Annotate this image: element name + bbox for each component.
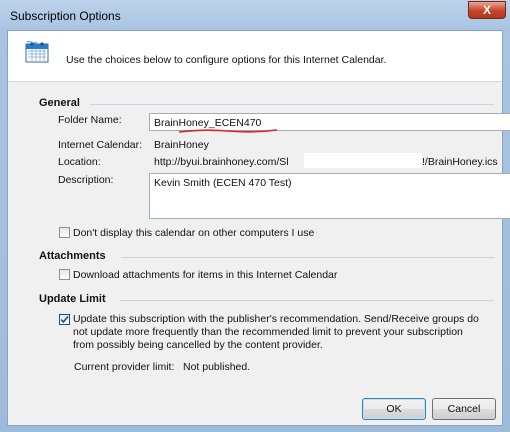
update-subscription-line1: Update this subscription with the publis… <box>73 313 479 325</box>
download-attachments-label: Download attachments for items in this I… <box>73 269 338 281</box>
dont-display-label: Don't display this calendar on other com… <box>73 227 315 239</box>
download-attachments-checkbox[interactable] <box>59 269 70 280</box>
internet-calendar-value: BrainHoney <box>154 139 209 151</box>
dialog-window: Subscription Options X Use the choices b… <box>0 0 510 432</box>
dialog-header: Use the choices below to configure optio… <box>8 31 502 82</box>
calendar-icon <box>25 41 49 63</box>
folder-name-label: Folder Name: <box>58 114 122 126</box>
window-title: Subscription Options <box>10 9 121 23</box>
description-textarea[interactable]: Kevin Smith (ECEN 470 Test) <box>149 173 510 219</box>
location-value-start: http://byui.brainhoney.com/Sl <box>154 156 289 168</box>
ok-button[interactable]: OK <box>362 398 426 420</box>
description-label: Description: <box>58 174 114 186</box>
location-value-end: !/BrainHoney.ics <box>422 156 498 168</box>
annotation-underline <box>178 129 278 133</box>
dialog-body: Use the choices below to configure optio… <box>7 30 510 426</box>
provider-limit-value: Not published. <box>183 361 251 373</box>
provider-limit-label: Current provider limit: <box>74 361 175 373</box>
redacted-region <box>304 153 422 168</box>
close-button[interactable]: X <box>468 1 506 19</box>
checkmark-icon <box>60 315 69 324</box>
section-update-limit-heading: Update Limit <box>39 293 106 305</box>
attachments-divider <box>121 257 494 258</box>
section-general-heading: General <box>39 97 80 109</box>
location-label: Location: <box>58 156 101 168</box>
internet-calendar-label: Internet Calendar: <box>58 139 143 151</box>
general-divider <box>90 104 494 105</box>
cancel-button[interactable]: Cancel <box>432 398 496 420</box>
section-attachments-heading: Attachments <box>39 250 106 262</box>
header-instruction: Use the choices below to configure optio… <box>66 54 387 66</box>
update-subscription-line2: not update more frequently than the reco… <box>73 326 463 338</box>
update-subscription-checkbox[interactable] <box>59 314 70 325</box>
dont-display-checkbox[interactable] <box>59 227 70 238</box>
close-icon: X <box>482 3 491 17</box>
update-subscription-line3: from possibly being cancelled by the con… <box>73 339 323 351</box>
update-limit-divider <box>120 300 494 301</box>
title-bar[interactable]: Subscription Options X <box>0 0 510 30</box>
